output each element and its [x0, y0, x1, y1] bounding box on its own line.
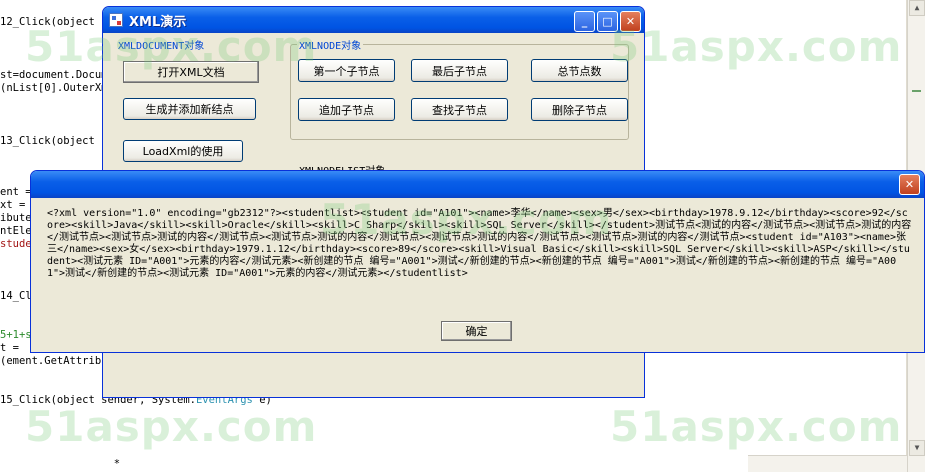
find-child-button[interactable]: 查找子节点 — [411, 98, 508, 121]
open-xml-document-button[interactable]: 打开XML文档 — [123, 61, 259, 83]
code-line: ibute — [0, 212, 32, 224]
first-child-button[interactable]: 第一个子节点 — [298, 59, 395, 82]
message-box: ✕ <?xml version="1.0" encoding="gb2312"?… — [30, 170, 925, 353]
loadxml-usage-button[interactable]: LoadXml的使用 — [123, 140, 243, 162]
code-line: ent = — [0, 186, 32, 198]
group-xmlnode: XMLNODE对象 第一个子节点 最后子节点 总节点数 追加子节点 查找子节点 … — [290, 37, 629, 140]
code-line: st=document.Docum — [0, 69, 108, 81]
app-window-icon — [109, 13, 123, 27]
scroll-up-icon[interactable]: ▲ — [909, 0, 925, 16]
window-titlebar[interactable]: XML演示 _ □ ✕ — [103, 7, 644, 33]
code-line: (nList[0].OuterXm — [0, 82, 108, 94]
code-line: (ement.GetAttribu — [0, 355, 108, 367]
code-line: 5+1+s — [0, 329, 32, 341]
append-child-button[interactable]: 追加子节点 — [298, 98, 395, 121]
delete-child-button[interactable]: 删除子节点 — [531, 98, 628, 121]
total-nodes-button[interactable]: 总节点数 — [531, 59, 628, 82]
scroll-marker — [912, 90, 921, 92]
scroll-down-icon[interactable]: ▼ — [909, 440, 925, 456]
group-xmldocument: XMLDOCUMENT对象 打开XML文档 生成并添加新结点 LoadXml的使… — [111, 37, 281, 175]
close-icon[interactable]: ✕ — [899, 174, 920, 195]
message-box-titlebar[interactable]: ✕ — [31, 171, 924, 198]
horizontal-scrollbar[interactable] — [748, 455, 907, 472]
code-line: xt = — [0, 199, 26, 211]
code-line: t = — [0, 342, 19, 354]
group-title: XMLNODE对象 — [297, 37, 364, 52]
code-line: 14_Cl — [0, 290, 32, 302]
group-title: XMLDOCUMENT对象 — [116, 37, 207, 52]
maximize-icon[interactable]: □ — [597, 11, 618, 32]
code-line: 13_Click(object s — [0, 135, 108, 147]
code-line: stude — [0, 238, 32, 250]
code-line: ntEle — [0, 225, 32, 237]
message-text: <?xml version="1.0" encoding="gb2312"?><… — [47, 208, 912, 279]
close-icon[interactable]: ✕ — [620, 11, 641, 32]
minimize-icon[interactable]: _ — [574, 11, 595, 32]
ok-button[interactable]: 确定 — [441, 321, 512, 341]
code-line: * — [0, 458, 121, 470]
code-line: 12_Click(object s — [0, 16, 108, 28]
generate-add-node-button[interactable]: 生成并添加新结点 — [123, 98, 256, 120]
window-title: XML演示 — [129, 14, 187, 30]
last-child-button[interactable]: 最后子节点 — [411, 59, 508, 82]
